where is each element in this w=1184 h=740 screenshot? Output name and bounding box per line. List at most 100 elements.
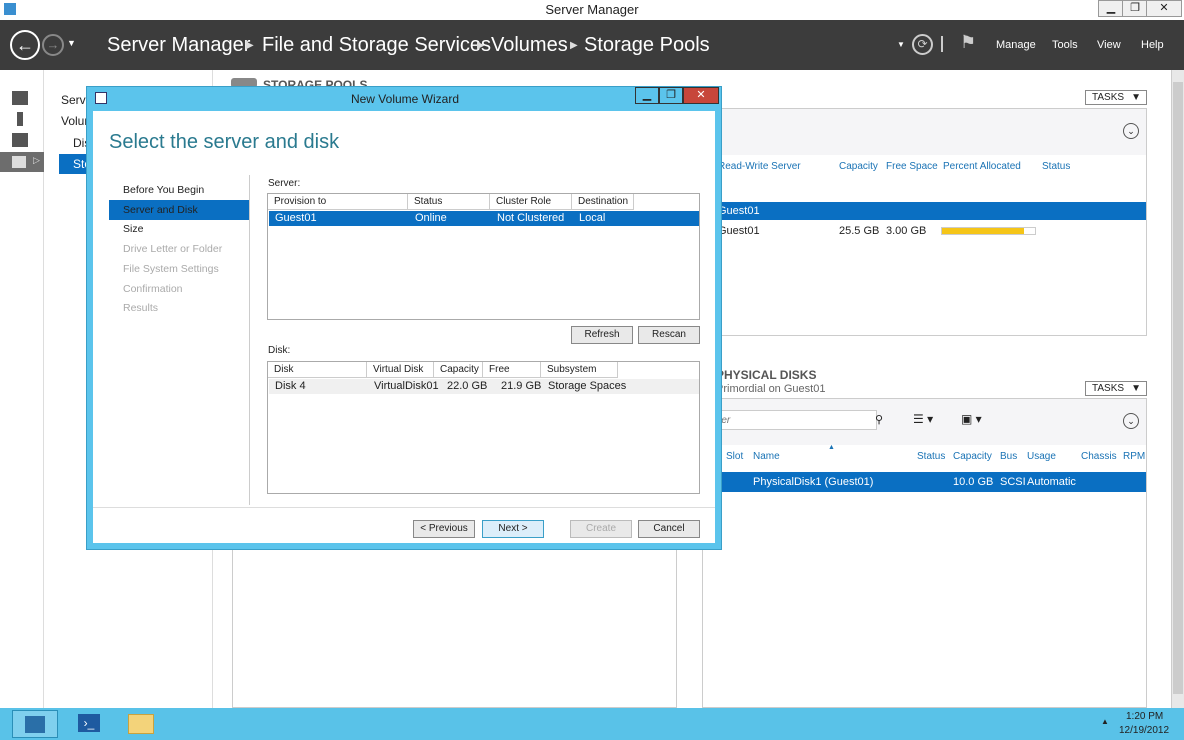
list-options-icon[interactable]: ☰ ▾: [913, 412, 933, 426]
wizard-step: File System Settings: [123, 262, 219, 275]
col-bus[interactable]: Bus: [1000, 451, 1017, 462]
server-manager-taskbar-button[interactable]: [12, 710, 58, 738]
col-capacity[interactable]: Capacity: [953, 451, 992, 462]
search-icon[interactable]: ⚲: [875, 413, 883, 426]
maximize-button[interactable]: ❐: [1122, 0, 1148, 17]
file-storage-services-item[interactable]: ▷: [0, 152, 44, 172]
collapse-icon[interactable]: ⌄: [1123, 413, 1139, 429]
next-button[interactable]: Next >: [482, 520, 544, 538]
vertical-scrollbar[interactable]: [1171, 70, 1184, 708]
col-chassis[interactable]: Chassis: [1081, 451, 1117, 462]
divider: [93, 507, 715, 508]
server-cell: Guest01: [718, 225, 760, 237]
back-button[interactable]: ←: [10, 30, 40, 60]
chevron-down-icon: ▼: [1131, 383, 1141, 394]
wizard-minimize-button[interactable]: ▁: [635, 87, 659, 104]
menu-help[interactable]: Help: [1141, 39, 1164, 51]
table-row[interactable]: Guest01 Online Not Clustered Local: [269, 211, 699, 226]
show-hidden-icons-icon[interactable]: ▲: [1101, 717, 1109, 726]
table-row[interactable]: PhysicalDisk1 (Guest01) 10.0 GB SCSI Aut…: [703, 472, 1146, 492]
cancel-button[interactable]: Cancel: [638, 520, 700, 538]
notifications-flag-icon[interactable]: ⚑: [960, 32, 976, 53]
col-free-space[interactable]: Free Space: [886, 161, 938, 172]
col-free-space[interactable]: Free Space: [483, 362, 541, 391]
breadcrumb-volumes[interactable]: Volumes: [491, 34, 568, 57]
col-status[interactable]: Status: [1042, 161, 1070, 172]
breadcrumb-file-storage[interactable]: File and Storage Services: [262, 34, 491, 57]
dropdown-icon[interactable]: ▼: [897, 40, 905, 49]
clock-date[interactable]: 12/19/2012: [1119, 725, 1169, 736]
col-read-write-server[interactable]: Read-Write Server: [718, 161, 801, 172]
breadcrumb-separator-icon: ▶: [570, 40, 578, 51]
refresh-button[interactable]: Refresh: [571, 326, 633, 344]
physical-disks-tasks-button[interactable]: TASKS ▼: [1085, 381, 1147, 396]
wizard-step: Confirmation: [123, 282, 183, 295]
col-cluster-role[interactable]: Cluster Role: [490, 194, 572, 210]
col-disk[interactable]: Disk: [268, 362, 367, 378]
filter-input[interactable]: [703, 410, 877, 430]
status-cell: Online: [415, 212, 447, 224]
col-status[interactable]: Status: [408, 194, 490, 210]
table-row[interactable]: Disk 4 VirtualDisk01 22.0 GB 21.9 GB Sto…: [269, 379, 699, 394]
history-dropdown-icon[interactable]: ▼: [67, 38, 76, 48]
col-status[interactable]: Status: [917, 451, 945, 462]
previous-button[interactable]: < Previous: [413, 520, 475, 538]
all-servers-icon[interactable]: [12, 133, 28, 147]
col-virtual-disk[interactable]: Virtual Disk: [367, 362, 434, 378]
col-rpm[interactable]: RPM: [1123, 451, 1145, 462]
col-capacity[interactable]: Capacity: [839, 161, 878, 172]
col-percent-allocated[interactable]: Percent Allocated: [943, 161, 1021, 172]
new-volume-wizard-dialog: New Volume Wizard ▁ ❐ ✕ Select the serve…: [86, 86, 722, 550]
percent-allocated-bar: [941, 227, 1036, 235]
menu-manage[interactable]: Manage: [996, 39, 1036, 51]
subsystem-cell: Storage Spaces: [548, 380, 627, 392]
wizard-maximize-button[interactable]: ❐: [659, 87, 683, 104]
col-slot[interactable]: Slot: [726, 451, 743, 462]
save-query-icon[interactable]: ▣ ▾: [961, 412, 982, 426]
collapse-icon[interactable]: ⌄: [1123, 123, 1139, 139]
col-usage[interactable]: Usage: [1027, 451, 1056, 462]
rescan-button[interactable]: Rescan: [638, 326, 700, 344]
col-subsystem[interactable]: Subsystem: [541, 362, 618, 378]
forward-button[interactable]: →: [42, 34, 64, 56]
destination-cell: Local: [579, 212, 606, 224]
breadcrumb-server-manager[interactable]: Server Manager: [107, 34, 250, 57]
wizard-step[interactable]: Size: [123, 219, 263, 239]
wizard-close-button[interactable]: ✕: [683, 87, 719, 104]
col-capacity[interactable]: Capacity: [434, 362, 483, 378]
breadcrumb-storage-pools[interactable]: Storage Pools: [584, 34, 710, 57]
file-explorer-icon[interactable]: [128, 714, 154, 734]
create-button: Create: [570, 520, 632, 538]
minimize-button[interactable]: ▁: [1098, 0, 1124, 17]
menu-tools[interactable]: Tools: [1052, 39, 1078, 51]
server-manager-icon: [25, 716, 45, 733]
tasks-label: TASKS: [1092, 92, 1125, 103]
wizard-step[interactable]: Before You Begin: [123, 180, 263, 200]
col-provision-to[interactable]: Provision to: [268, 194, 408, 210]
capacity-cell: 22.0 GB: [447, 380, 488, 392]
app-icon: [4, 3, 16, 15]
free-space-cell: 3.00 GB: [886, 225, 927, 237]
virtual-disk-cell: VirtualDisk01: [374, 380, 439, 392]
col-destination[interactable]: Destination: [572, 194, 634, 210]
navigation-bar: ← → ▼ Server Manager ▶ File and Storage …: [0, 20, 1184, 70]
table-row[interactable]: Guest01: [703, 202, 1146, 220]
chevron-down-icon: ▼: [1131, 92, 1141, 103]
physical-disks-title: PHYSICAL DISKS: [716, 368, 817, 382]
powershell-icon[interactable]: ›_: [78, 714, 100, 732]
dashboard-icon[interactable]: [12, 91, 28, 105]
tasks-label: TASKS: [1092, 383, 1125, 394]
col-name[interactable]: Name: [753, 451, 780, 462]
wizard-step[interactable]: Server and Disk: [109, 199, 249, 220]
cluster-role-cell: Not Clustered: [497, 212, 565, 224]
percent-allocated-fill: [942, 228, 1024, 234]
storage-pools-tasks-button[interactable]: TASKS ▼: [1085, 90, 1147, 105]
taskbar: ›_ ▲ 1:20 PM 12/19/2012: [0, 708, 1184, 740]
table-row[interactable]: Guest01 25.5 GB 3.00 GB: [703, 222, 1146, 240]
menu-view[interactable]: View: [1097, 39, 1121, 51]
local-server-icon[interactable]: [17, 112, 23, 126]
clock-time[interactable]: 1:20 PM: [1126, 711, 1163, 722]
refresh-icon[interactable]: ⟳: [912, 34, 933, 55]
scrollbar-thumb[interactable]: [1173, 82, 1183, 694]
close-button[interactable]: ✕: [1146, 0, 1182, 17]
